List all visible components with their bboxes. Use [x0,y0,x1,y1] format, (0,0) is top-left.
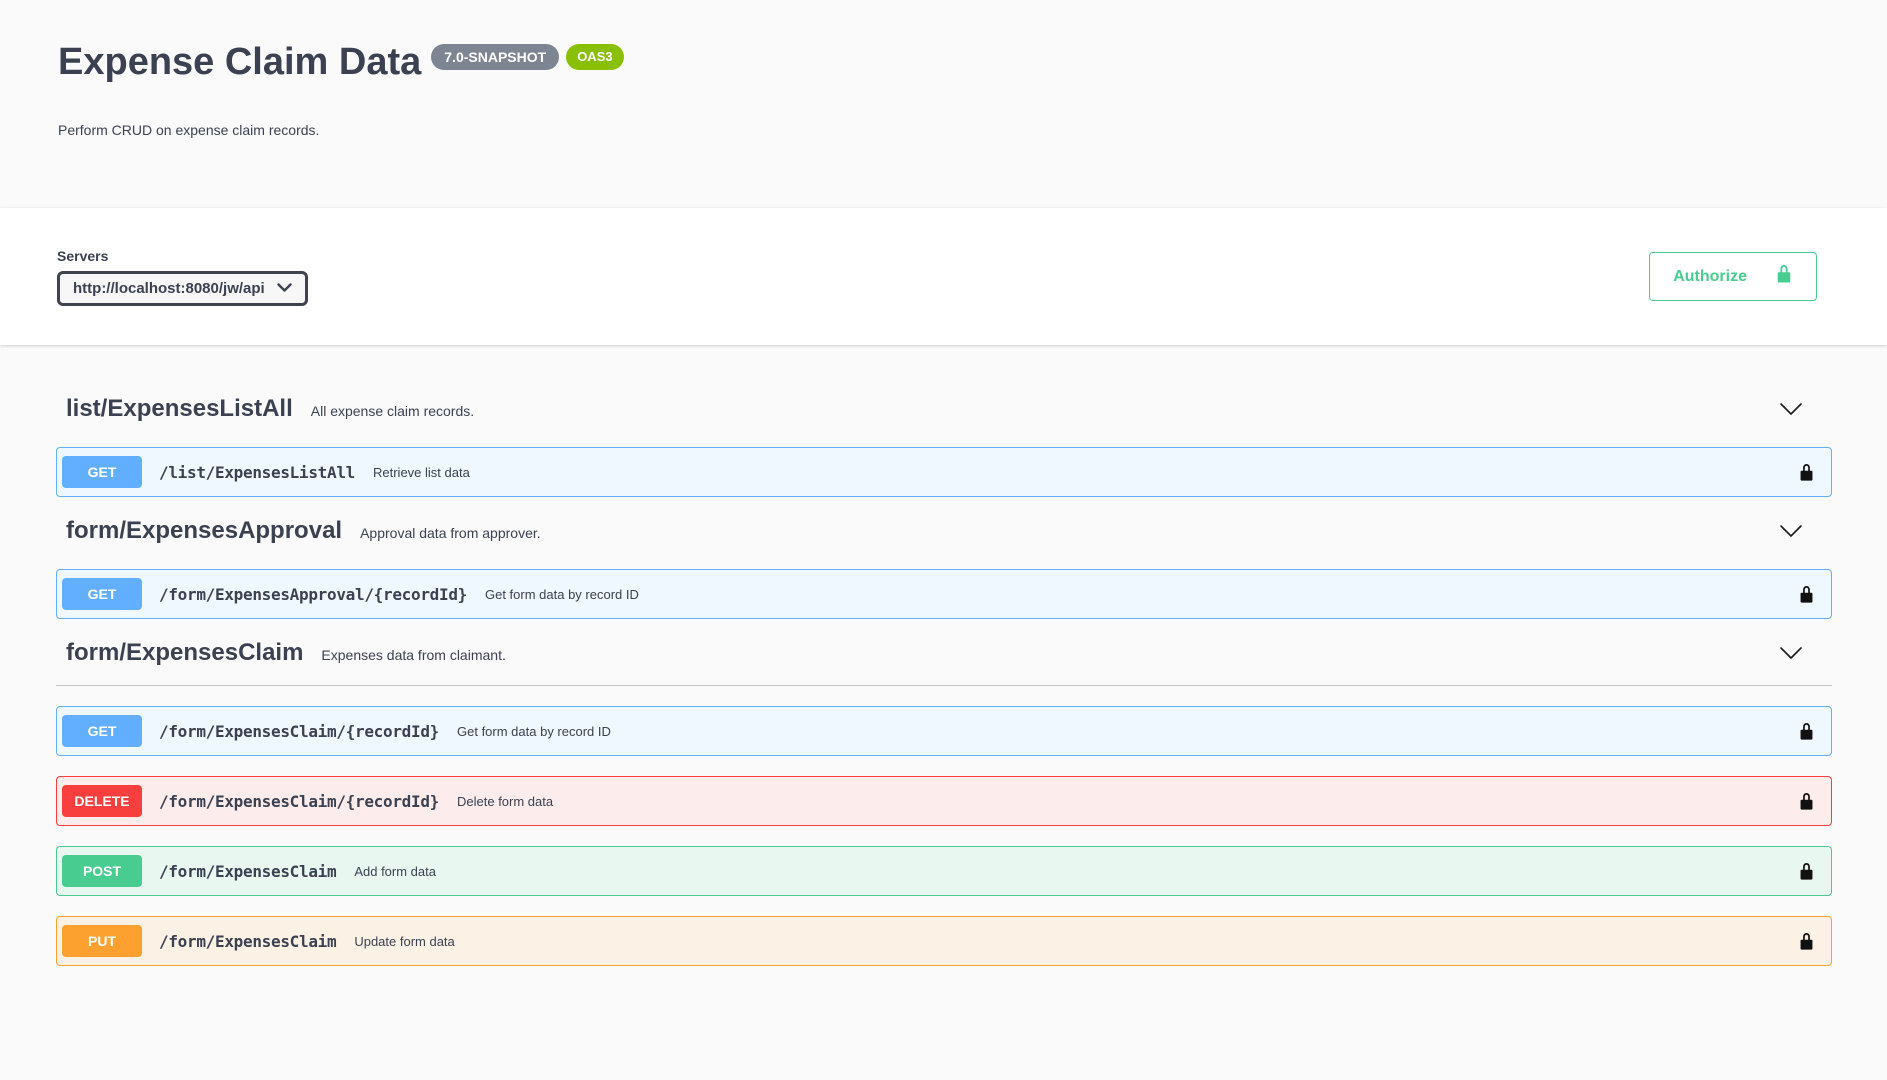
version-badge: 7.0-SNAPSHOT [431,44,559,70]
section-operations: GET /form/ExpensesApproval/{recordId} Ge… [56,569,1832,619]
operation-section: form/ExpensesClaim Expenses data from cl… [56,639,1832,966]
page-title: Expense Claim Data [58,40,421,86]
operation-row[interactable]: GET /form/ExpensesApproval/{recordId} Ge… [56,569,1832,619]
chevron-down-icon[interactable] [1778,644,1804,662]
servers-label: Servers [57,248,308,264]
title-badges: 7.0-SNAPSHOT OAS3 [431,44,623,70]
operation-summary: Get form data by record ID [485,587,639,602]
operation-row[interactable]: GET /list/ExpensesListAll Retrieve list … [56,447,1832,497]
lock-icon[interactable] [1798,584,1815,605]
lock-icon[interactable] [1798,931,1815,952]
api-description: Perform CRUD on expense claim records. [58,122,1829,138]
section-header[interactable]: form/ExpensesClaim Expenses data from cl… [56,639,1832,667]
section-operations: GET /form/ExpensesClaim/{recordId} Get f… [56,706,1832,966]
oas3-badge: OAS3 [566,44,623,70]
operation-summary: Get form data by record ID [457,724,611,739]
server-select-value: http://localhost:8080/jw/api [73,280,265,297]
method-badge: POST [62,855,142,887]
chevron-down-icon[interactable] [1778,400,1804,418]
operation-summary: Add form data [354,864,436,879]
operation-path: /form/ExpensesClaim [159,932,336,951]
section-description: All expense claim records. [311,403,474,419]
scheme-container: Servers http://localhost:8080/jw/api Aut… [0,208,1887,345]
chevron-down-icon [277,283,292,293]
section-description: Approval data from approver. [360,525,541,541]
operation-path: /form/ExpensesApproval/{recordId} [159,585,467,604]
operation-path: /list/ExpensesListAll [159,463,355,482]
method-badge: DELETE [62,785,142,817]
operation-path: /form/ExpensesClaim/{recordId} [159,792,439,811]
lock-icon[interactable] [1798,721,1815,742]
method-badge: GET [62,715,142,747]
operation-summary: Delete form data [457,794,553,809]
operation-section: list/ExpensesListAll All expense claim r… [56,395,1832,497]
operation-section: form/ExpensesApproval Approval data from… [56,517,1832,619]
lock-icon[interactable] [1798,462,1815,483]
operation-row[interactable]: GET /form/ExpensesClaim/{recordId} Get f… [56,706,1832,756]
section-title: form/ExpensesApproval [66,517,342,545]
section-title: list/ExpensesListAll [66,395,293,423]
operation-row[interactable]: PUT /form/ExpensesClaim Update form data [56,916,1832,966]
method-badge: GET [62,456,142,488]
api-info-header: Expense Claim Data 7.0-SNAPSHOT OAS3 Per… [0,0,1887,208]
section-operations: GET /list/ExpensesListAll Retrieve list … [56,447,1832,497]
operation-row[interactable]: DELETE /form/ExpensesClaim/{recordId} De… [56,776,1832,826]
operation-summary: Update form data [354,934,454,949]
lock-icon [1775,263,1793,290]
authorize-label: Authorize [1673,268,1747,286]
servers-block: Servers http://localhost:8080/jw/api [57,248,308,306]
server-select[interactable]: http://localhost:8080/jw/api [57,271,308,306]
section-description: Expenses data from claimant. [321,647,505,663]
section-header[interactable]: list/ExpensesListAll All expense claim r… [56,395,1832,423]
section-divider [56,685,1832,686]
chevron-down-icon[interactable] [1778,522,1804,540]
operation-summary: Retrieve list data [373,465,470,480]
operation-row[interactable]: POST /form/ExpensesClaim Add form data [56,846,1832,896]
lock-icon[interactable] [1798,791,1815,812]
authorize-button[interactable]: Authorize [1649,252,1817,301]
lock-icon[interactable] [1798,861,1815,882]
operations-list: list/ExpensesListAll All expense claim r… [0,345,1887,966]
operation-path: /form/ExpensesClaim/{recordId} [159,722,439,741]
method-badge: PUT [62,925,142,957]
section-header[interactable]: form/ExpensesApproval Approval data from… [56,517,1832,545]
method-badge: GET [62,578,142,610]
section-title: form/ExpensesClaim [66,639,303,667]
operation-path: /form/ExpensesClaim [159,862,336,881]
